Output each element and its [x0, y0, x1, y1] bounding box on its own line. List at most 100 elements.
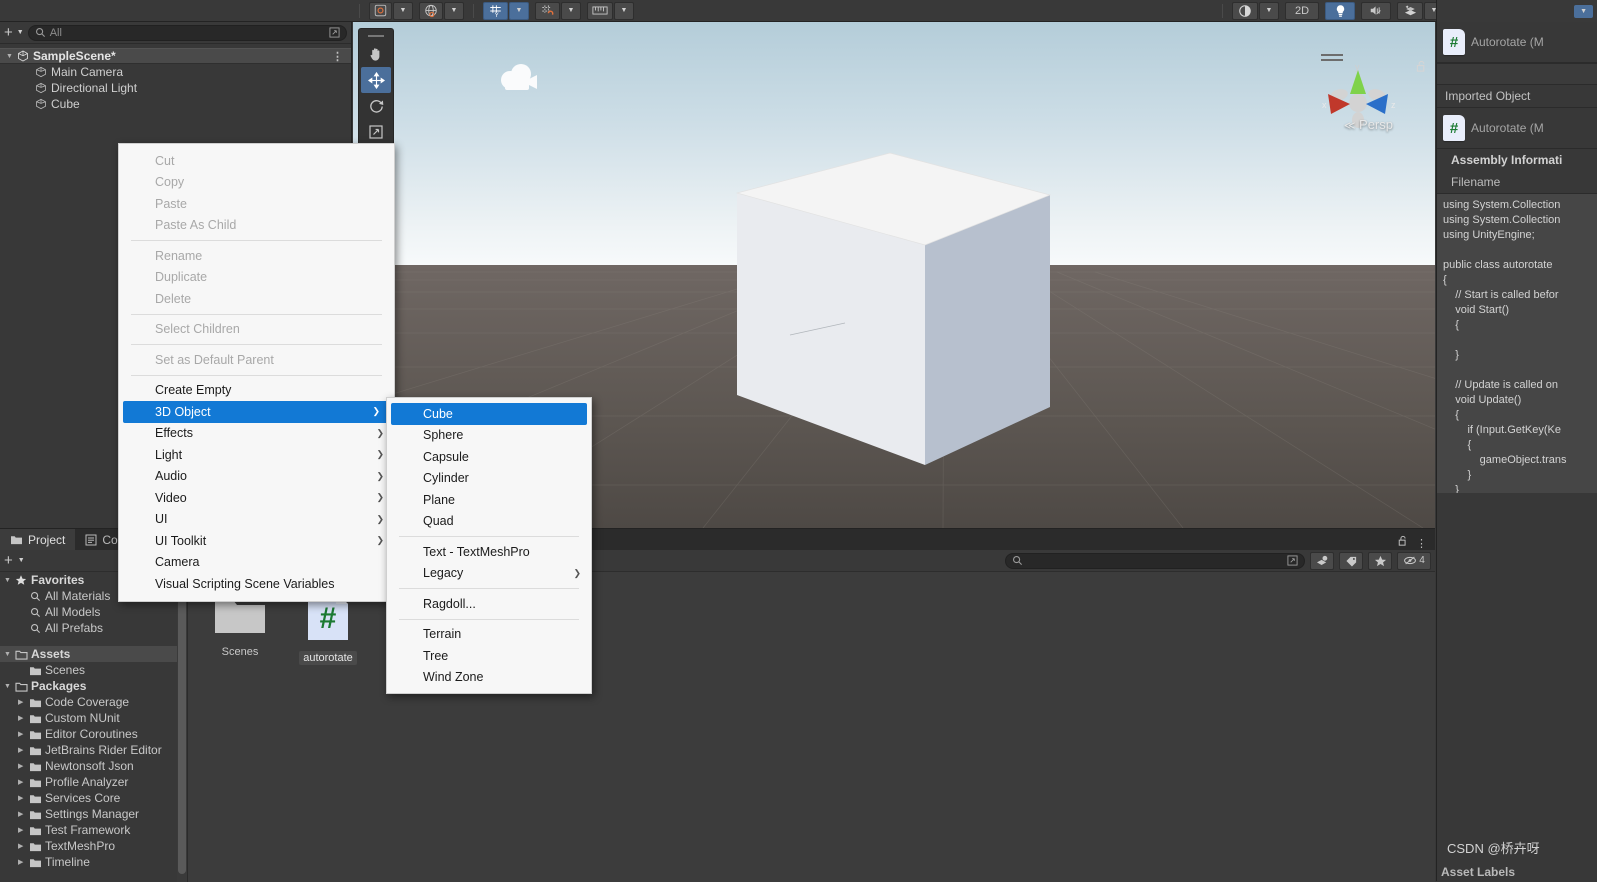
project-tree-scrollbar[interactable]: [177, 572, 187, 882]
move-tool[interactable]: [361, 67, 391, 93]
camera-gizmo-icon[interactable]: [493, 60, 541, 96]
shaded-sphere-icon[interactable]: [1232, 1, 1258, 20]
menu-item-ui[interactable]: UI ❯: [119, 509, 394, 531]
project-tree-item-scenes[interactable]: Scenes: [0, 662, 187, 678]
hierarchy-item-directional-light[interactable]: Directional Light: [0, 80, 351, 96]
project-tree-scroll-thumb[interactable]: [178, 574, 186, 874]
shading-caret[interactable]: ▼: [1259, 1, 1279, 20]
magnet-snap-caret[interactable]: ▼: [561, 1, 581, 20]
scale-tool[interactable]: [361, 119, 391, 145]
hierarchy-item-cube[interactable]: Cube: [0, 96, 351, 112]
lock-open-icon[interactable]: [1416, 60, 1427, 76]
hand-tool[interactable]: [361, 41, 391, 67]
project-tree-item-test-framework[interactable]: Test Framework: [0, 822, 187, 838]
project-tree-item-custom-nunit[interactable]: Custom NUnit: [0, 710, 187, 726]
globe-icon[interactable]: [419, 1, 443, 20]
hierarchy-item-main-camera[interactable]: Main Camera: [0, 64, 351, 80]
hierarchy-add-caret[interactable]: ▼: [17, 29, 24, 36]
project-tree-item-code-coverage[interactable]: Code Coverage: [0, 694, 187, 710]
menu-item-3d-object[interactable]: 3D Object ❯: [123, 401, 390, 423]
project-tree-item-assets[interactable]: Assets: [0, 646, 187, 662]
hierarchy-search-input[interactable]: All: [27, 24, 347, 41]
lightbulb-icon[interactable]: [1325, 1, 1355, 20]
menu-item-cube[interactable]: Cube: [391, 403, 587, 425]
menu-item-effects[interactable]: Effects ❯: [119, 423, 394, 445]
hierarchy-scene-row[interactable]: SampleScene* ⋮: [0, 48, 351, 64]
project-tree-item-timeline[interactable]: Timeline: [0, 854, 187, 870]
menu-item-wind-zone[interactable]: Wind Zone: [387, 667, 591, 689]
tree-expand-arrow[interactable]: [4, 683, 14, 690]
grid-y-icon[interactable]: Y: [483, 1, 508, 20]
tree-collapse-arrow[interactable]: [18, 762, 28, 770]
menu-item-sphere[interactable]: Sphere: [387, 425, 591, 447]
hierarchy-add-button[interactable]: +: [4, 25, 13, 40]
cloud-account-icon[interactable]: [369, 1, 392, 20]
project-add-caret[interactable]: ▼: [18, 557, 25, 564]
kebab-menu-icon[interactable]: ⋮: [332, 50, 343, 63]
menu-item-text-textmeshpro[interactable]: Text - TextMeshPro: [387, 541, 591, 563]
menu-item-light[interactable]: Light ❯: [119, 444, 394, 466]
menu-item-capsule[interactable]: Capsule: [387, 446, 591, 468]
inspector-dropdown-caret[interactable]: ▼: [1574, 4, 1593, 18]
rotate-tool[interactable]: [361, 93, 391, 119]
speaker-mute-icon[interactable]: [1361, 1, 1391, 20]
tab-project[interactable]: Project: [0, 529, 76, 550]
scene-expand-arrow[interactable]: [6, 53, 16, 60]
tree-expand-arrow[interactable]: [4, 651, 14, 658]
ruler-icon[interactable]: [587, 1, 613, 20]
project-tree-item-all-prefabs[interactable]: All Prefabs: [0, 620, 187, 636]
menu-item-video[interactable]: Video ❯: [119, 487, 394, 509]
project-tree-item-settings-manager[interactable]: Settings Manager: [0, 806, 187, 822]
project-kebab-menu-icon[interactable]: ⋮: [1416, 537, 1435, 550]
project-tree-item-all-models[interactable]: All Models: [0, 604, 187, 620]
menu-item-audio[interactable]: Audio ❯: [119, 466, 394, 488]
tree-collapse-arrow[interactable]: [18, 730, 28, 738]
menu-item-legacy[interactable]: Legacy ❯: [387, 563, 591, 585]
project-tree-item-packages[interactable]: Packages: [0, 678, 187, 694]
tree-collapse-arrow[interactable]: [18, 698, 28, 706]
grid-snap-caret[interactable]: ▼: [509, 1, 529, 20]
menu-item-visual-scripting-scene-variables[interactable]: Visual Scripting Scene Variables: [119, 573, 394, 595]
favorite-star-icon[interactable]: [1368, 551, 1392, 570]
2d-toggle[interactable]: 2D: [1285, 1, 1319, 20]
menu-item-quad[interactable]: Quad: [387, 511, 591, 533]
menu-item-plane[interactable]: Plane: [387, 489, 591, 511]
project-tree-item-services-core[interactable]: Services Core: [0, 790, 187, 806]
menu-item-terrain[interactable]: Terrain: [387, 624, 591, 646]
cube-gameobject[interactable]: [735, 145, 1055, 475]
label-filter-icon[interactable]: [1339, 551, 1363, 570]
cloud-dropdown-caret[interactable]: ▼: [444, 1, 464, 20]
menu-item-ragdoll[interactable]: Ragdoll...: [387, 593, 591, 615]
project-tree-item-editor-coroutines[interactable]: Editor Coroutines: [0, 726, 187, 742]
sparkle-layers-icon[interactable]: [1397, 1, 1423, 20]
account-dropdown-caret[interactable]: ▼: [393, 1, 413, 20]
account-group: ▼: [369, 1, 413, 20]
project-tree-item-jetbrains-rider-editor[interactable]: JetBrains Rider Editor: [0, 742, 187, 758]
tree-collapse-arrow[interactable]: [18, 826, 28, 834]
ruler-caret[interactable]: ▼: [614, 1, 634, 20]
tree-collapse-arrow[interactable]: [18, 858, 28, 866]
tree-expand-arrow[interactable]: [4, 577, 14, 584]
grid-magnet-icon[interactable]: [535, 1, 560, 20]
projection-label[interactable]: ≪ Persp: [1344, 117, 1393, 132]
project-add-button[interactable]: +: [4, 553, 13, 568]
menu-item-cylinder[interactable]: Cylinder: [387, 468, 591, 490]
tree-collapse-arrow[interactable]: [18, 794, 28, 802]
tools-drag-handle[interactable]: [368, 35, 384, 37]
tree-collapse-arrow[interactable]: [18, 778, 28, 786]
menu-item-create-empty[interactable]: Create Empty: [119, 380, 394, 402]
menu-item-tree[interactable]: Tree: [387, 645, 591, 667]
project-search-input[interactable]: [1005, 552, 1305, 569]
menu-item-camera[interactable]: Camera: [119, 552, 394, 574]
project-tree-item-newtonsoft-json[interactable]: Newtonsoft Json: [0, 758, 187, 774]
tree-collapse-arrow[interactable]: [18, 842, 28, 850]
menu-item-ui-toolkit[interactable]: UI Toolkit ❯: [119, 530, 394, 552]
package-filter-icon[interactable]: [1310, 551, 1334, 570]
tree-collapse-arrow[interactable]: [18, 746, 28, 754]
project-tree-item-profile-analyzer[interactable]: Profile Analyzer: [0, 774, 187, 790]
project-tree-item-textmeshpro[interactable]: TextMeshPro: [0, 838, 187, 854]
hidden-packages-icon[interactable]: 4: [1397, 551, 1431, 570]
tree-collapse-arrow[interactable]: [18, 810, 28, 818]
project-lock-icon[interactable]: [1398, 535, 1416, 550]
tree-collapse-arrow[interactable]: [18, 714, 28, 722]
